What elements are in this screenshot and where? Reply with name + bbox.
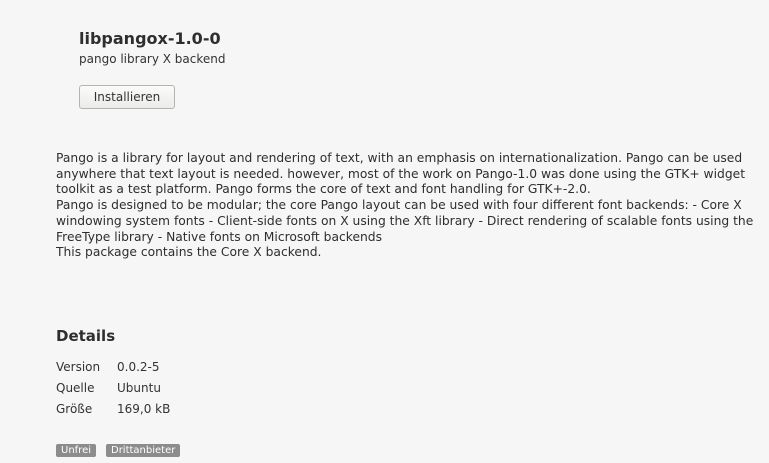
app-name: libpangox-1.0-0 <box>79 29 221 48</box>
badge-nonfree: Unfrei <box>56 444 96 457</box>
install-button[interactable]: Installieren <box>79 85 175 109</box>
package-details-page: libpangox-1.0-0 pango library X backend … <box>0 0 769 463</box>
details-table: Version 0.0.2-5 Quelle Ubuntu Größe 169,… <box>56 357 170 420</box>
app-summary: pango library X backend <box>79 52 226 66</box>
details-row-version: Version 0.0.2-5 <box>56 357 170 378</box>
details-value: 169,0 kB <box>117 402 171 416</box>
details-row-size: Größe 169,0 kB <box>56 399 170 420</box>
details-heading: Details <box>56 327 116 345</box>
badges: Unfrei Drittanbieter <box>56 444 181 457</box>
description: Pango is a library for layout and render… <box>56 151 762 261</box>
details-label: Größe <box>56 402 93 416</box>
details-row-source: Quelle Ubuntu <box>56 378 170 399</box>
details-value: 0.0.2-5 <box>117 360 160 374</box>
details-label: Version <box>56 360 101 374</box>
description-paragraph: Pango is a library for layout and render… <box>56 151 746 197</box>
badge-third-party: Drittanbieter <box>106 444 181 457</box>
description-paragraph: This package contains the Core X backend… <box>56 245 322 260</box>
details-label: Quelle <box>56 381 95 395</box>
description-paragraph: Pango is designed to be modular; the cor… <box>56 198 754 244</box>
details-value: Ubuntu <box>117 381 161 395</box>
